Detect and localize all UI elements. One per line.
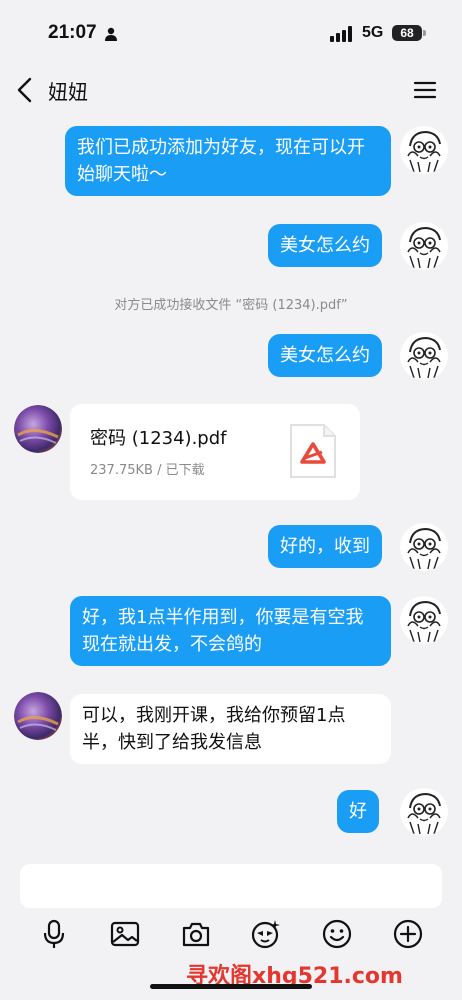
- signal-icon: [330, 26, 352, 42]
- self-avatar[interactable]: [400, 523, 448, 571]
- pdf-file-icon: [290, 424, 336, 478]
- battery-icon: 68: [392, 25, 422, 41]
- emoji-icon[interactable]: [321, 918, 353, 950]
- file-name: 密码 (1234).pdf: [90, 428, 227, 449]
- plus-icon[interactable]: [392, 918, 424, 950]
- file-meta: 237.75KB / 已下载: [90, 463, 205, 478]
- system-notice: 对方已成功接收文件 “密码 (1234).pdf”: [114, 298, 348, 313]
- chat-header: 妞妞: [0, 66, 462, 114]
- self-avatar[interactable]: [400, 788, 448, 836]
- menu-icon[interactable]: [412, 78, 438, 102]
- self-avatar[interactable]: [400, 596, 448, 644]
- back-arrow-icon[interactable]: [12, 76, 38, 104]
- outgoing-message[interactable]: 好，我1点半作用到，你要是有空我现在就出发，不会鸽的: [70, 596, 391, 666]
- message-text: 我们已成功添加为好友，现在可以开始聊天啦～: [77, 137, 365, 185]
- file-message[interactable]: 密码 (1234).pdf 237.75KB / 已下载: [70, 404, 360, 500]
- image-icon[interactable]: [109, 918, 141, 950]
- chat-title: 妞妞: [48, 80, 88, 104]
- message-text: 美女怎么约: [280, 345, 370, 366]
- status-bar: 21:07 5G 68: [0, 0, 462, 66]
- home-indicator: [150, 984, 312, 989]
- person-icon: [105, 27, 117, 41]
- network-label: 5G: [362, 24, 384, 41]
- message-text: 美女怎么约: [280, 235, 370, 256]
- self-avatar[interactable]: [400, 222, 448, 270]
- status-time: 21:07: [48, 22, 97, 43]
- message-text: 好: [349, 801, 367, 822]
- camera-icon[interactable]: [180, 918, 212, 950]
- battery-tip: [423, 30, 426, 36]
- message-input[interactable]: [20, 864, 442, 908]
- outgoing-message[interactable]: 好: [337, 790, 379, 833]
- contact-avatar[interactable]: [14, 692, 62, 740]
- message-text: 好，我1点半作用到，你要是有空我现在就出发，不会鸽的: [82, 607, 364, 655]
- outgoing-message[interactable]: 我们已成功添加为好友，现在可以开始聊天啦～: [65, 126, 391, 196]
- message-list: 我们已成功添加为好友，现在可以开始聊天啦～ 美女怎么约 对方已成功接收文件 “密…: [0, 114, 462, 856]
- input-bar: 寻欢阁xhg521.com: [0, 856, 462, 1000]
- contact-avatar[interactable]: [14, 405, 62, 453]
- outgoing-message[interactable]: 美女怎么约: [268, 334, 382, 377]
- message-text: 好的，收到: [280, 536, 370, 557]
- incoming-message[interactable]: 可以，我刚开课，我给你预留1点半，快到了给我发信息: [70, 694, 391, 764]
- outgoing-message[interactable]: 好的，收到: [268, 525, 382, 568]
- self-avatar[interactable]: [400, 332, 448, 380]
- message-text: 可以，我刚开课，我给你预留1点半，快到了给我发信息: [82, 705, 346, 753]
- self-avatar[interactable]: [400, 126, 448, 174]
- outgoing-message[interactable]: 美女怎么约: [268, 224, 382, 267]
- microphone-icon[interactable]: [38, 918, 70, 950]
- sticker-icon[interactable]: [250, 918, 282, 950]
